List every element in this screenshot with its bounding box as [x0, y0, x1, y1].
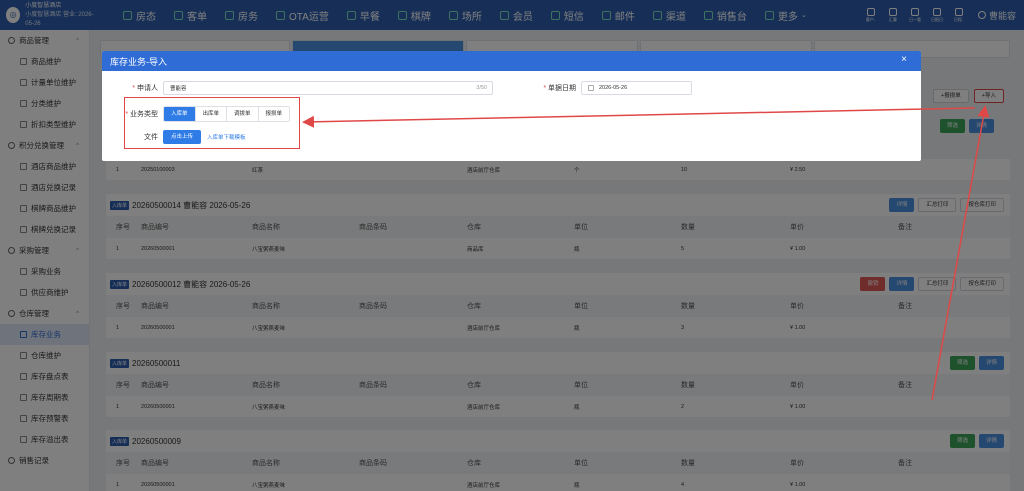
- business-type-option[interactable]: 出库单: [195, 107, 228, 121]
- date-picker[interactable]: 2026-05-26: [581, 81, 692, 95]
- date-label: 单据日期: [548, 85, 576, 92]
- date-row: * 单据日期 2026-05-26: [520, 81, 692, 95]
- close-icon[interactable]: ×: [901, 54, 907, 65]
- download-template-link[interactable]: 入库单下载模板: [207, 133, 246, 141]
- upload-button[interactable]: 点击上传: [163, 130, 202, 144]
- applicant-label: 申请人: [137, 85, 158, 92]
- file-label: 文件: [144, 134, 158, 141]
- business-type-option[interactable]: 入库单: [164, 107, 196, 121]
- date-value: 2026-05-26: [599, 85, 628, 91]
- calendar-icon: [588, 85, 594, 91]
- applicant-input[interactable]: 曹能容 3/50: [163, 81, 493, 95]
- type-label: 业务类型: [130, 111, 158, 118]
- business-type-row: * 业务类型 入库单 出库单 调拨单 报损单: [110, 106, 291, 122]
- applicant-count: 3/50: [476, 85, 487, 91]
- dialog-header: 库存业务-导入 ×: [102, 51, 921, 71]
- business-type-selector: 入库单 出库单 调拨单 报损单: [163, 106, 291, 122]
- applicant-value: 曹能容: [170, 86, 187, 92]
- business-type-option[interactable]: 报损单: [258, 107, 290, 121]
- applicant-row: * 申请人 曹能容 3/50: [110, 81, 493, 95]
- business-type-option[interactable]: 调拨单: [227, 107, 259, 121]
- dialog-title: 库存业务-导入: [110, 56, 167, 67]
- file-row: 文件 点击上传 入库单下载模板: [110, 130, 246, 144]
